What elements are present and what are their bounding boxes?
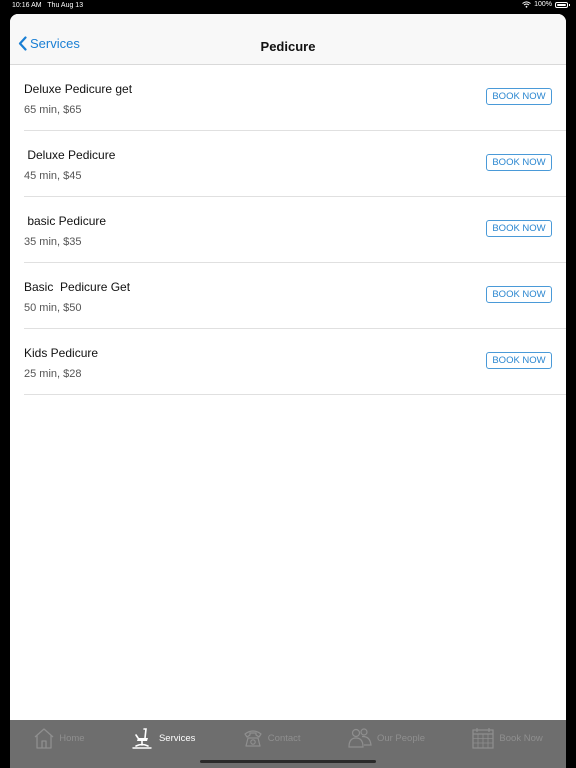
tab-label: Home: [59, 732, 85, 744]
app-window: Services Pedicure Deluxe Pedicure get 65…: [10, 14, 566, 768]
service-list: Deluxe Pedicure get 65 min, $65 BOOK NOW…: [10, 65, 566, 395]
home-indicator: [200, 760, 376, 763]
service-name: Basic Pedicure Get: [24, 280, 131, 294]
service-row: Basic Pedicure Get 50 min, $50 BOOK NOW: [24, 263, 566, 329]
page-title: Pedicure: [260, 39, 316, 54]
telephone-icon: [244, 730, 262, 747]
tab-our-people[interactable]: Our People: [347, 725, 425, 751]
tab-label: Services: [158, 732, 196, 744]
book-now-button[interactable]: BOOK NOW: [486, 154, 552, 171]
service-row: Deluxe Pedicure get 65 min, $65 BOOK NOW: [24, 65, 566, 131]
book-now-button[interactable]: BOOK NOW: [486, 88, 552, 105]
tab-label: Contact: [267, 732, 301, 744]
book-now-button[interactable]: BOOK NOW: [486, 220, 552, 237]
service-name: basic Pedicure: [24, 214, 107, 228]
status-indicators: 100%: [522, 1, 570, 8]
salon-chair-icon: [132, 728, 152, 749]
service-detail: 35 min, $35: [24, 236, 82, 248]
status-bar: 10:16 AM Thu Aug 13 100%: [0, 0, 576, 12]
tab-home[interactable]: Home: [33, 725, 85, 751]
service-detail: 25 min, $28: [24, 368, 82, 380]
battery-icon: [555, 1, 570, 8]
house-icon: [34, 728, 54, 749]
service-name: Deluxe Pedicure: [24, 148, 116, 162]
book-now-button[interactable]: BOOK NOW: [486, 352, 552, 369]
service-name: Deluxe Pedicure get: [24, 82, 133, 96]
calendar-icon: [472, 728, 495, 749]
wifi-icon: [522, 1, 531, 8]
service-detail: 45 min, $45: [24, 170, 82, 182]
status-time: 10:16 AM Thu Aug 13: [12, 2, 84, 9]
service-name: Kids Pedicure: [24, 346, 99, 360]
battery-percent: 100%: [534, 1, 552, 8]
tab-services[interactable]: Services: [131, 725, 195, 751]
tab-label: Our People: [376, 732, 426, 744]
service-detail: 65 min, $65: [24, 104, 82, 116]
service-detail: 50 min, $50: [24, 302, 82, 314]
tab-contact[interactable]: Contact: [242, 725, 301, 751]
book-now-button[interactable]: BOOK NOW: [486, 286, 552, 303]
people-icon: [348, 728, 372, 748]
navigation-bar: Services Pedicure: [10, 14, 566, 65]
tab-book-now[interactable]: Book Now: [471, 725, 543, 751]
service-row: Deluxe Pedicure 45 min, $45 BOOK NOW: [24, 131, 566, 197]
tab-label: Book Now: [499, 732, 543, 744]
service-row: basic Pedicure 35 min, $35 BOOK NOW: [24, 197, 566, 263]
service-row: Kids Pedicure 25 min, $28 BOOK NOW: [24, 329, 566, 395]
